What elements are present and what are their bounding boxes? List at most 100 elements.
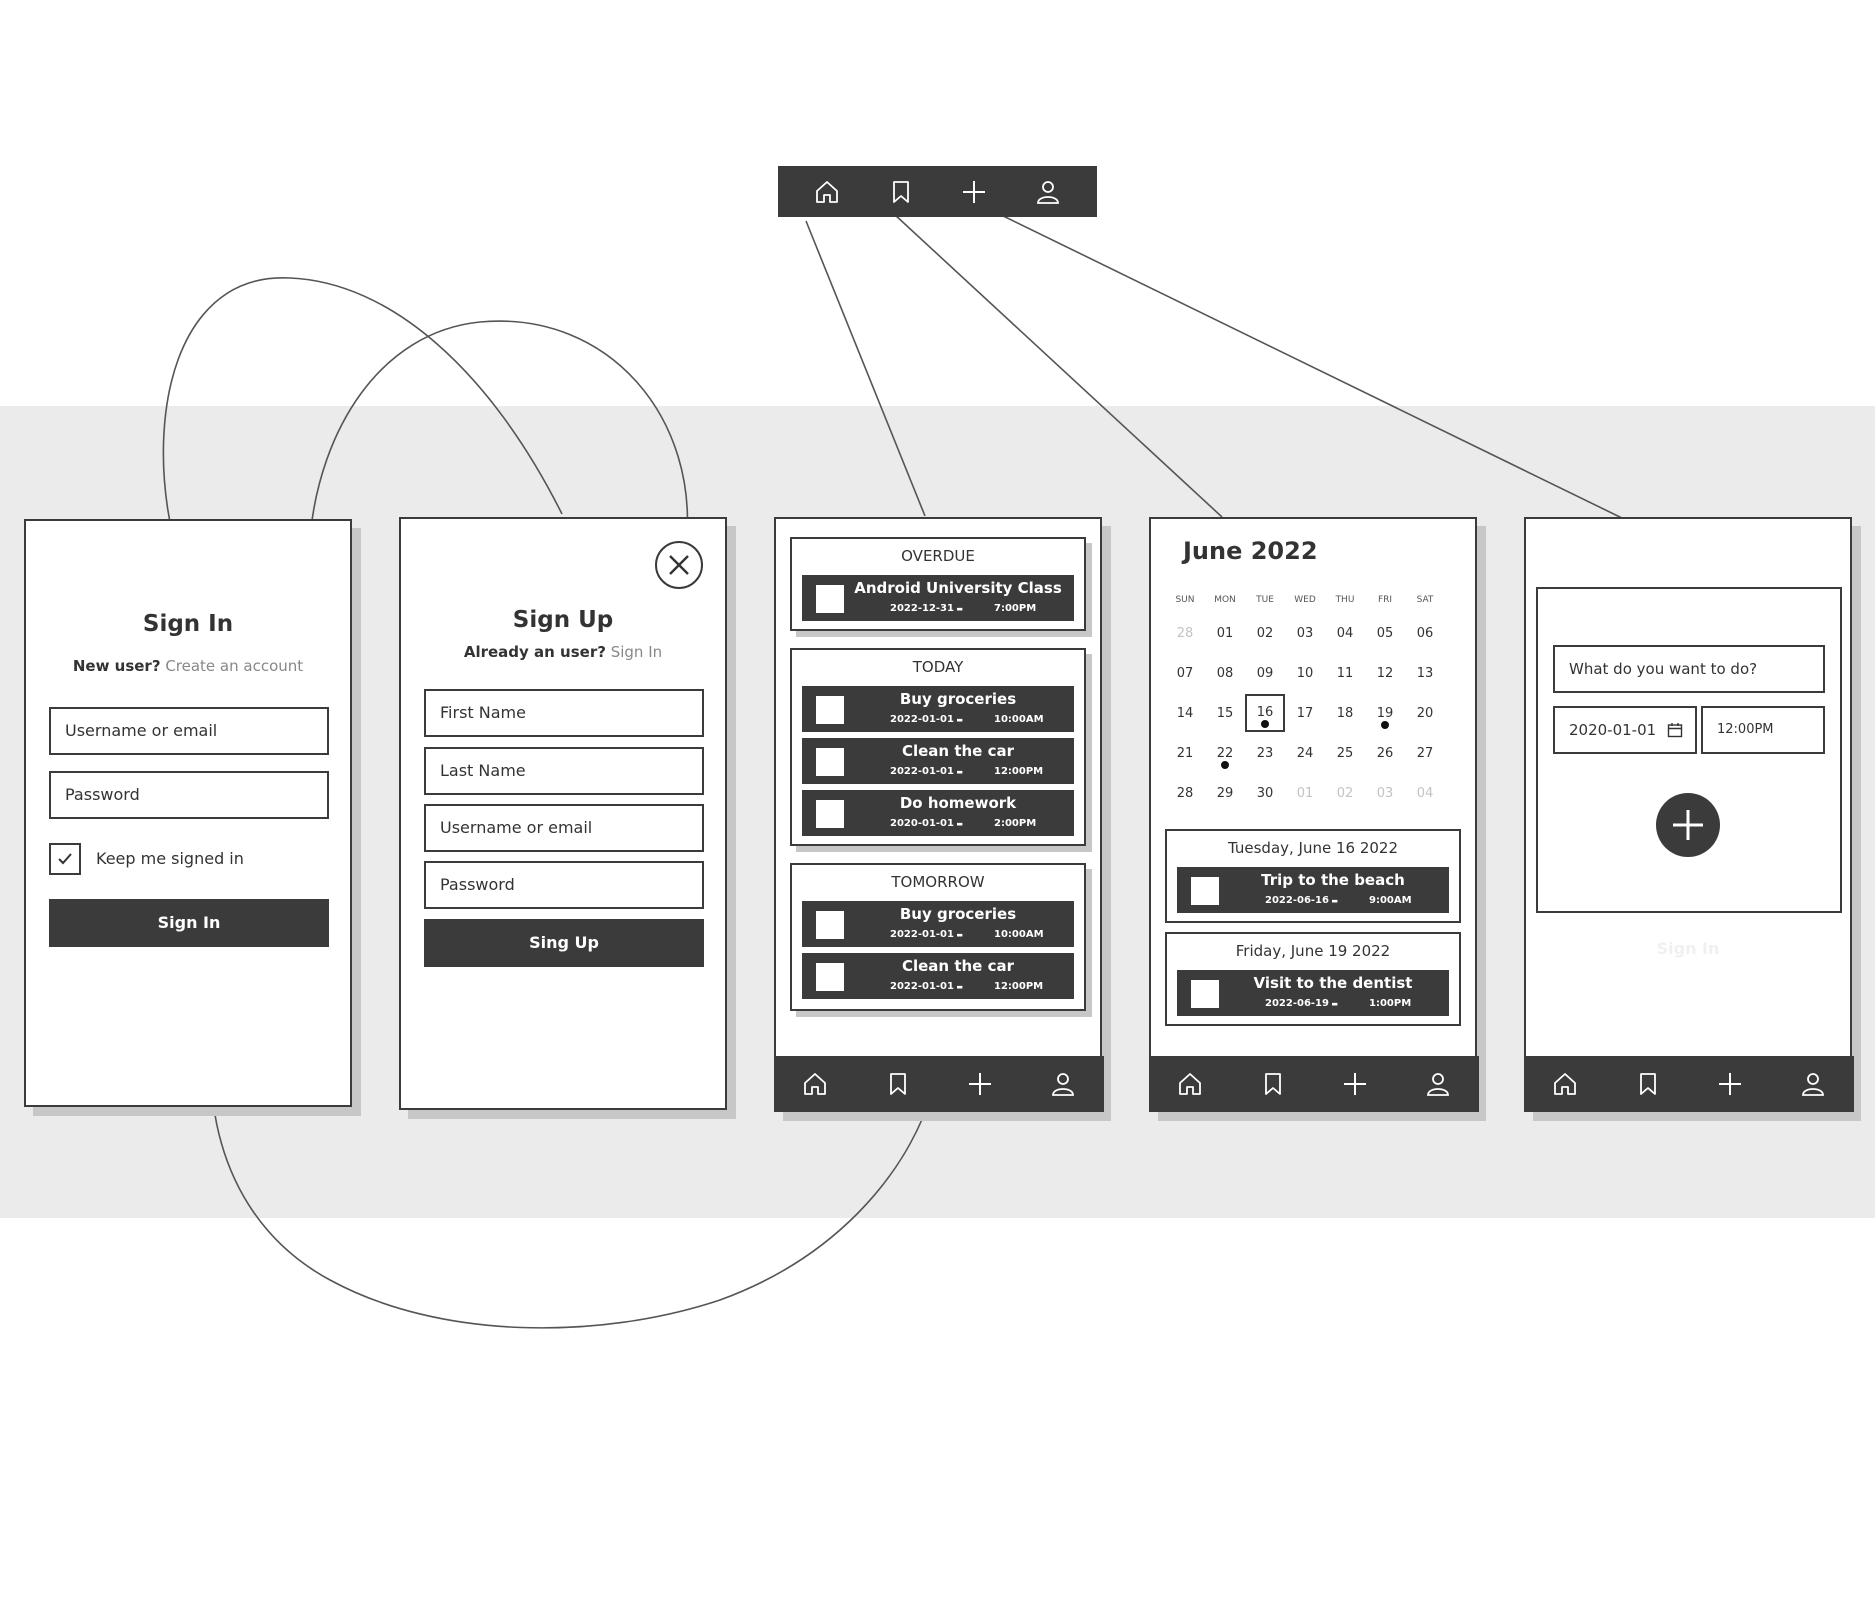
task-checkbox[interactable] — [816, 800, 844, 828]
calendar-day[interactable]: 04 — [1325, 626, 1365, 641]
signin-title: Sign In — [142, 611, 234, 637]
task-card[interactable]: Android University Class 2022-12-31 7:00… — [802, 575, 1074, 621]
calendar-day[interactable]: 27 — [1405, 746, 1445, 761]
calendar-day[interactable]: 03 — [1285, 626, 1325, 641]
task-card[interactable]: Buy groceries 2022-01-01 10:00AM — [802, 901, 1074, 947]
calendar-day[interactable]: 28 — [1165, 626, 1205, 641]
calendar-day[interactable]: 30 — [1245, 786, 1285, 801]
calendar-day[interactable]: 05 — [1365, 626, 1405, 641]
calendar-day[interactable]: 13 — [1405, 666, 1445, 681]
task-time: 10:00AM — [994, 929, 1044, 940]
bookmark-icon[interactable] — [886, 177, 916, 207]
calendar-day[interactable]: 28 — [1165, 786, 1205, 801]
bottom-nav — [1524, 1056, 1854, 1112]
task-name: Do homework — [899, 794, 1017, 812]
username-field[interactable]: Username or email — [49, 707, 329, 755]
calendar-day[interactable]: 01 — [1285, 786, 1325, 801]
calendar-day[interactable]: 10 — [1285, 666, 1325, 681]
calendar-day[interactable]: 14 — [1165, 706, 1205, 721]
task-time: 7:00PM — [994, 603, 1037, 614]
date-input[interactable]: 2020-01-01 — [1553, 706, 1697, 754]
keep-signed-in-checkbox[interactable] — [49, 843, 81, 875]
signin-button[interactable]: Sign In — [49, 899, 329, 947]
plus-icon[interactable] — [965, 1069, 995, 1099]
calendar-day[interactable]: 24 — [1285, 746, 1325, 761]
section-label: OVERDUE — [901, 547, 975, 565]
calendar-day[interactable]: 15 — [1205, 706, 1245, 721]
calendar-day[interactable]: 07 — [1165, 666, 1205, 681]
calendar-day-selected[interactable]: 16 — [1245, 694, 1285, 732]
home-icon[interactable] — [812, 177, 842, 207]
create-account-link[interactable]: Create an account — [165, 657, 303, 675]
calendar-day[interactable]: 25 — [1325, 746, 1365, 761]
home-icon[interactable] — [1550, 1069, 1580, 1099]
add-task-button[interactable] — [1656, 793, 1720, 857]
profile-icon[interactable] — [1048, 1069, 1078, 1099]
password-field[interactable]: Password — [49, 771, 329, 819]
signin-link[interactable]: Sign In — [611, 643, 662, 661]
calendar-day[interactable]: 17 — [1285, 706, 1325, 721]
weekday-label: SUN — [1175, 595, 1195, 605]
bookmark-icon[interactable] — [1633, 1069, 1663, 1099]
calendar-day-event[interactable]: 19 — [1365, 706, 1405, 729]
plus-icon[interactable] — [1715, 1069, 1745, 1099]
task-time: 12:00PM — [994, 981, 1044, 992]
calendar-day[interactable]: 04 — [1405, 786, 1445, 801]
close-button[interactable] — [655, 541, 703, 589]
calendar-day[interactable]: 06 — [1405, 626, 1445, 641]
profile-icon[interactable] — [1033, 177, 1063, 207]
calendar-day[interactable]: 21 — [1165, 746, 1205, 761]
task-name: Trip to the beach — [1261, 871, 1405, 889]
faint-signin-label: Sign In — [1656, 939, 1720, 958]
calendar-day[interactable]: 12 — [1365, 666, 1405, 681]
task-checkbox[interactable] — [816, 963, 844, 991]
day-events-june-16: Tuesday, June 16 2022 Trip to the beach … — [1165, 829, 1461, 923]
task-date: 2022-12-31 — [890, 603, 963, 614]
calendar-day[interactable]: 02 — [1325, 786, 1365, 801]
calendar-day-event[interactable]: 22 — [1205, 746, 1245, 769]
task-name: Clean the car — [901, 957, 1014, 975]
bookmark-icon[interactable] — [1258, 1069, 1288, 1099]
calendar-day[interactable]: 23 — [1245, 746, 1285, 761]
section-label: TODAY — [912, 658, 964, 676]
first-name-field[interactable]: First Name — [424, 689, 704, 737]
last-name-field[interactable]: Last Name — [424, 747, 704, 795]
task-checkbox[interactable] — [1191, 980, 1219, 1008]
task-card[interactable]: Do homework 2020-01-01 2:00PM — [802, 790, 1074, 836]
task-card[interactable]: Clean the car 2022-01-01 12:00PM — [802, 953, 1074, 999]
calendar-day[interactable]: 09 — [1245, 666, 1285, 681]
calendar-day[interactable]: 29 — [1205, 786, 1245, 801]
calendar-day[interactable]: 26 — [1365, 746, 1405, 761]
calendar-day[interactable]: 08 — [1205, 666, 1245, 681]
task-card[interactable]: Clean the car 2022-01-01 12:00PM — [802, 738, 1074, 784]
time-input[interactable]: 12:00PM — [1701, 706, 1825, 754]
home-icon[interactable] — [800, 1069, 830, 1099]
task-date: 2022-06-16 — [1265, 895, 1338, 906]
calendar-day[interactable]: 03 — [1365, 786, 1405, 801]
plus-icon[interactable] — [1340, 1069, 1370, 1099]
profile-icon[interactable] — [1423, 1069, 1453, 1099]
task-card[interactable]: Buy groceries 2022-01-01 10:00AM — [802, 686, 1074, 732]
task-prompt-input[interactable]: What do you want to do? — [1553, 645, 1825, 693]
task-checkbox[interactable] — [816, 585, 844, 613]
calendar-day[interactable]: 20 — [1405, 706, 1445, 721]
signup-button[interactable]: Sing Up — [424, 919, 704, 967]
task-time: 9:00AM — [1369, 895, 1412, 906]
task-card[interactable]: Visit to the dentist 2022-06-19 1:00PM — [1177, 970, 1449, 1016]
calendar-screen: June 2022 SUN MON TUE WED THU FRI SAT 28… — [1149, 517, 1479, 1112]
profile-icon[interactable] — [1798, 1069, 1828, 1099]
task-card[interactable]: Trip to the beach 2022-06-16 9:00AM — [1177, 867, 1449, 913]
signup-password-field[interactable]: Password — [424, 861, 704, 909]
home-icon[interactable] — [1175, 1069, 1205, 1099]
plus-icon[interactable] — [959, 177, 989, 207]
signup-username-field[interactable]: Username or email — [424, 804, 704, 852]
task-checkbox[interactable] — [816, 748, 844, 776]
calendar-day[interactable]: 01 — [1205, 626, 1245, 641]
task-checkbox[interactable] — [1191, 877, 1219, 905]
calendar-day[interactable]: 11 — [1325, 666, 1365, 681]
task-checkbox[interactable] — [816, 696, 844, 724]
bookmark-icon[interactable] — [883, 1069, 913, 1099]
calendar-day[interactable]: 18 — [1325, 706, 1365, 721]
calendar-day[interactable]: 02 — [1245, 626, 1285, 641]
task-checkbox[interactable] — [816, 911, 844, 939]
